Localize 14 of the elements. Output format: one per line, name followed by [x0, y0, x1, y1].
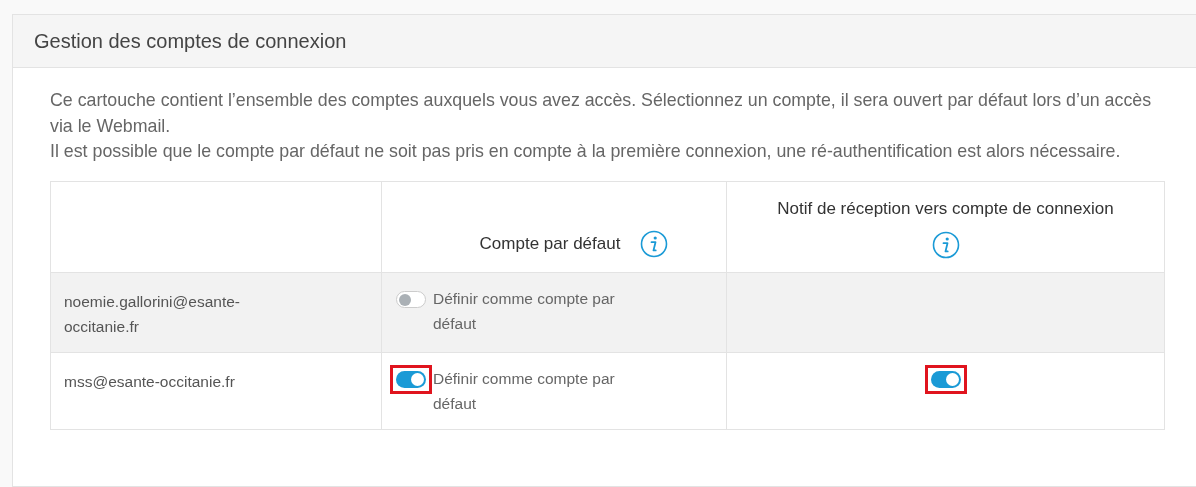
toggle-switch[interactable]	[396, 370, 426, 388]
column-header: Compte par défaut	[479, 232, 621, 255]
description-text: Il est possible que le compte par défaut ne soit pas pris en compte à la première connexion, une ré-authentification est alors nécessaire.	[50, 140, 1122, 163]
toggle-switch[interactable]	[930, 370, 961, 388]
info-icon[interactable]	[931, 231, 960, 259]
description-text: Ce cartouche contient l’ensemble des comptes auxquels vous avez accès. Sélectionnez un compte, il sera ouvert par défaut lors d’un accès via le Webmail.	[50, 89, 1153, 138]
account-email: noemie.gallorini@esante-occitanie.fr	[64, 292, 240, 335]
toggle-switch[interactable]	[396, 290, 426, 308]
account-email: mss@esante-occitanie.fr	[64, 372, 235, 390]
panel-title: Gestion des comptes de connexion	[34, 29, 347, 54]
column-header: Notif de réception vers compte de connexion	[777, 197, 1114, 220]
info-icon[interactable]	[640, 229, 669, 258]
toggle-label: Définir comme compte par défaut	[433, 368, 616, 414]
toggle-label: Définir comme compte par défaut	[433, 288, 616, 334]
